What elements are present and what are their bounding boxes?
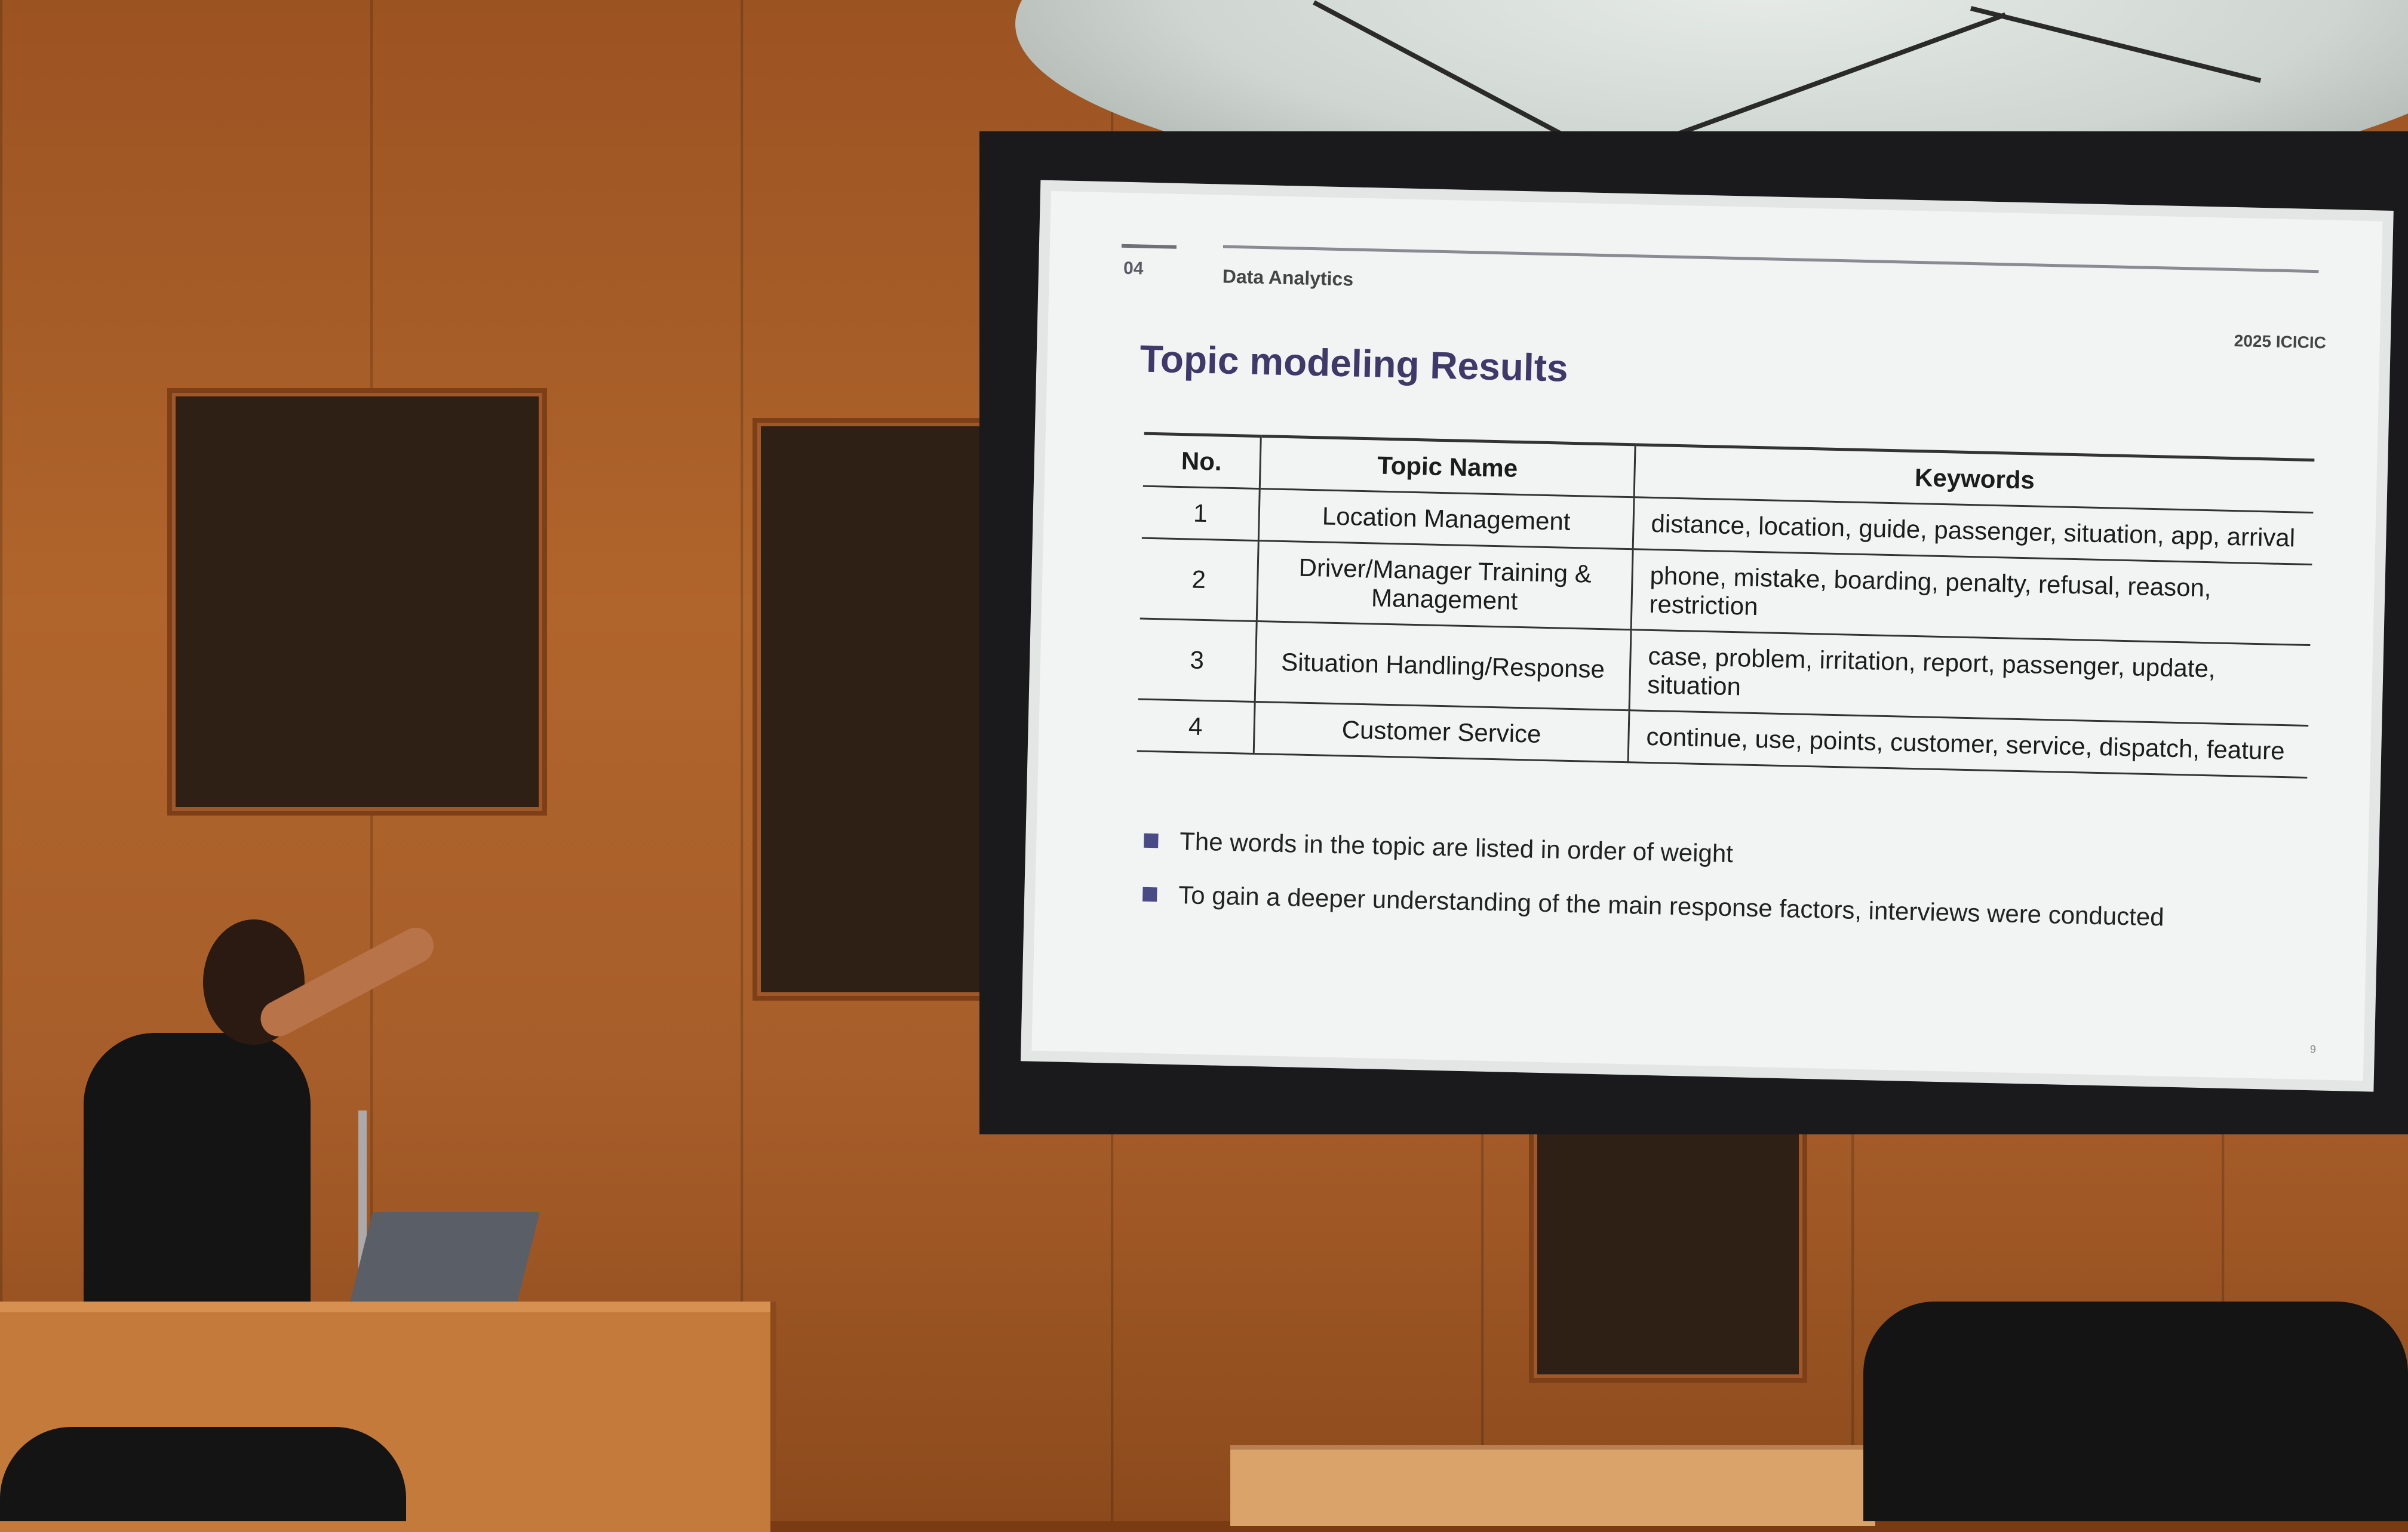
bullet-text: To gain a deeper understanding of the ma… bbox=[1178, 881, 2165, 931]
topic-table: No. Topic Name Keywords 1 Location Manag… bbox=[1137, 432, 2315, 779]
audio-console bbox=[1230, 1445, 1875, 1526]
header-rule bbox=[1223, 245, 2319, 273]
topic-number: 4 bbox=[1137, 699, 1255, 754]
ceiling-wire bbox=[1970, 6, 2262, 83]
wall-panel-left bbox=[167, 388, 547, 816]
wall-panel-lower bbox=[1529, 1110, 1807, 1383]
page-number: 9 bbox=[2309, 1043, 2317, 1056]
bullet-list: The words in the topic are listed in ord… bbox=[1142, 826, 2166, 957]
column-header-topic-name: Topic Name bbox=[1260, 436, 1636, 497]
section-number-bar bbox=[1121, 244, 1177, 249]
square-bullet-icon bbox=[1142, 887, 1157, 902]
wall-panel-middle bbox=[752, 418, 1001, 1001]
topic-name: Customer Service bbox=[1254, 702, 1630, 762]
chair-back-left bbox=[0, 1427, 406, 1521]
topic-name: Situation Handling/Response bbox=[1255, 621, 1632, 710]
projection-screen: 04 Data Analytics 2025 ICICIC Topic mode… bbox=[1031, 191, 2383, 1081]
topic-number: 2 bbox=[1140, 538, 1259, 622]
topic-number: 3 bbox=[1138, 619, 1257, 702]
section-number: 04 bbox=[1123, 258, 1144, 279]
chair-back-right bbox=[1863, 1302, 2408, 1521]
topic-keywords: phone, mistake, boarding, penalty, refus… bbox=[1631, 549, 2312, 645]
bullet-text: The words in the topic are listed in ord… bbox=[1179, 827, 1734, 868]
conference-label: 2025 ICICIC bbox=[2234, 331, 2327, 352]
topic-name: Driver/Manager Training & Management bbox=[1257, 540, 1633, 630]
topic-name: Location Management bbox=[1258, 488, 1635, 549]
topic-number: 1 bbox=[1141, 486, 1260, 541]
slide-title: Topic modeling Results bbox=[1139, 337, 1569, 390]
section-title: Data Analytics bbox=[1222, 265, 1354, 290]
bullet-item: The words in the topic are listed in ord… bbox=[1144, 826, 2166, 878]
presenter bbox=[84, 919, 440, 1349]
bullet-item: To gain a deeper understanding of the ma… bbox=[1142, 880, 2164, 932]
column-header-no: No. bbox=[1142, 433, 1261, 489]
square-bullet-icon bbox=[1144, 833, 1159, 848]
topic-keywords: case, problem, irritation, report, passe… bbox=[1629, 629, 2311, 726]
lectern-side bbox=[770, 1302, 776, 1521]
